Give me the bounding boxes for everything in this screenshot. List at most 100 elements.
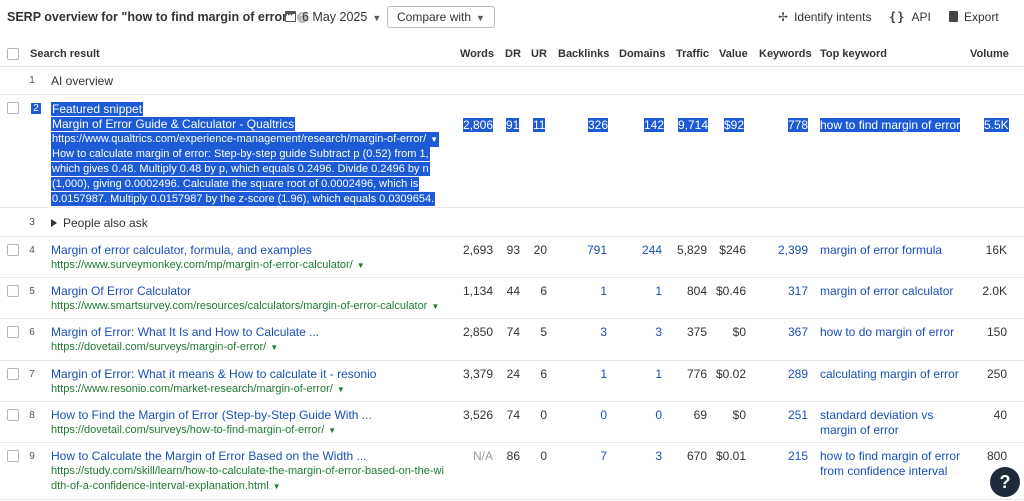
- result-url-continued[interactable]: dth-of-a-confidence-interval-explanation…: [51, 480, 281, 492]
- featured-snippet-row[interactable]: 2 Featured snippet Margin of Error Guide…: [0, 96, 1024, 208]
- result-row[interactable]: 5 Margin Of Error Calculator https://www.s…: [0, 279, 1024, 319]
- code-braces-icon: {}: [889, 10, 906, 24]
- keywords-link[interactable]: 778: [788, 118, 809, 132]
- words-value: 2,850: [462, 325, 493, 339]
- identify-intents-button[interactable]: ✢ Identify intents: [778, 10, 871, 24]
- keywords-link[interactable]: 2,399: [778, 243, 808, 257]
- result-title-link[interactable]: Margin of error calculator, formula, and…: [51, 243, 312, 257]
- help-button[interactable]: ?: [990, 467, 1020, 497]
- caret-right-icon: [51, 219, 57, 227]
- result-title-link[interactable]: Margin of Error: What it means & How to …: [51, 367, 376, 381]
- row-checkbox[interactable]: [7, 368, 19, 380]
- result-row[interactable]: 9 How to Calculate the Margin of Error Ba…: [0, 444, 1024, 500]
- snippet-line: 0.0157987. Multiply 0.0157987 by the z-s…: [51, 192, 436, 206]
- result-url[interactable]: https://dovetail.com/surveys/how-to-find…: [51, 424, 336, 436]
- chevron-down-icon[interactable]: ▼: [328, 426, 336, 435]
- col-value[interactable]: Value: [719, 48, 748, 60]
- top-keyword-line: margin of error: [820, 423, 899, 437]
- result-title-link[interactable]: Margin Of Error Calculator: [51, 284, 191, 298]
- result-row[interactable]: 4 Margin of error calculator, formula, an…: [0, 238, 1024, 278]
- people-also-ask-row[interactable]: 3 People also ask: [0, 209, 1024, 237]
- domains-link[interactable]: 0: [655, 408, 662, 422]
- top-keyword-link[interactable]: how to do margin of error: [820, 325, 954, 340]
- backlinks-link[interactable]: 7: [600, 449, 607, 463]
- chevron-down-icon[interactable]: ▼: [270, 343, 278, 352]
- result-url[interactable]: https://www.qualtrics.com/experience-man…: [51, 132, 440, 147]
- result-title-link[interactable]: How to Calculate the Margin of Error Bas…: [51, 449, 366, 463]
- result-url[interactable]: https://www.smartsurvey.com/resources/ca…: [51, 300, 439, 312]
- export-button[interactable]: Export: [949, 10, 999, 24]
- row-checkbox[interactable]: [7, 244, 19, 256]
- top-keyword-link[interactable]: how to find margin of error: [820, 118, 961, 132]
- result-title-link[interactable]: Margin of Error Guide & Calculator - Qua…: [51, 117, 296, 131]
- keywords-link[interactable]: 251: [788, 408, 808, 422]
- col-ur[interactable]: UR: [531, 48, 547, 60]
- row-checkbox[interactable]: [7, 450, 19, 462]
- row-checkbox[interactable]: [7, 102, 19, 114]
- top-keyword-line: standard deviation vs: [820, 408, 934, 422]
- domains-link[interactable]: 3: [655, 325, 662, 339]
- domains-link[interactable]: 142: [644, 118, 665, 132]
- domains-link[interactable]: 3: [655, 449, 662, 463]
- top-keyword-link[interactable]: standard deviation vs margin of error: [820, 408, 933, 438]
- volume-value: 150: [986, 325, 1007, 339]
- api-button[interactable]: {} API: [889, 10, 931, 24]
- row-checkbox[interactable]: [7, 285, 19, 297]
- dr-value: 44: [506, 284, 520, 298]
- col-words[interactable]: Words: [460, 48, 494, 60]
- col-keywords[interactable]: Keywords: [759, 48, 812, 60]
- row-checkbox[interactable]: [7, 409, 19, 421]
- top-keyword-line: calculating margin of error: [820, 367, 959, 381]
- domains-link[interactable]: 1: [655, 367, 662, 381]
- chevron-down-icon[interactable]: ▼: [357, 261, 365, 270]
- words-value: 1,134: [462, 284, 493, 298]
- col-traffic[interactable]: Traffic: [676, 48, 709, 60]
- sparkle-icon: ✢: [778, 10, 789, 24]
- people-also-ask-toggle[interactable]: People also ask: [51, 216, 148, 230]
- backlinks-link[interactable]: 1: [600, 284, 607, 298]
- domains-link[interactable]: 1: [655, 284, 662, 298]
- result-row[interactable]: 8 How to Find the Margin of Error (Step-b…: [0, 403, 1024, 443]
- top-keyword-link[interactable]: how to find margin of error from confiden…: [820, 449, 960, 479]
- volume-value: 5.5K: [984, 118, 1009, 132]
- calendar-icon: [285, 11, 296, 22]
- col-domains[interactable]: Domains: [619, 48, 665, 60]
- col-search-result[interactable]: Search result: [30, 48, 100, 60]
- col-dr[interactable]: DR: [505, 48, 521, 60]
- col-volume[interactable]: Volume: [970, 48, 1009, 60]
- result-row[interactable]: 6 Margin of Error: What It Is and How to …: [0, 320, 1024, 361]
- ai-overview-row[interactable]: 1 AI overview: [0, 68, 1024, 95]
- result-url[interactable]: https://www.surveymonkey.com/mp/margin-o…: [51, 259, 365, 271]
- col-top-keyword[interactable]: Top keyword: [820, 48, 887, 60]
- top-keyword-link[interactable]: calculating margin of error: [820, 367, 959, 382]
- backlinks-link[interactable]: 1: [600, 367, 607, 381]
- result-title-link[interactable]: Margin of Error: What It Is and How to C…: [51, 325, 319, 339]
- result-url[interactable]: https://study.com/skill/learn/how-to-cal…: [51, 465, 444, 477]
- keywords-link[interactable]: 215: [788, 449, 808, 463]
- backlinks-link[interactable]: 791: [587, 243, 607, 257]
- select-all-checkbox[interactable]: [7, 48, 19, 60]
- traffic-value: 5,829: [676, 243, 707, 257]
- date-picker[interactable]: 6 May 2025 ▼: [285, 10, 381, 24]
- result-url[interactable]: https://www.resonio.com/market-research/…: [51, 383, 345, 395]
- backlinks-link[interactable]: 326: [588, 118, 609, 132]
- chevron-down-icon[interactable]: ▼: [431, 302, 439, 311]
- row-checkbox[interactable]: [7, 326, 19, 338]
- top-keyword-link[interactable]: margin of error formula: [820, 243, 942, 258]
- backlinks-link[interactable]: 0: [600, 408, 607, 422]
- col-backlinks[interactable]: Backlinks: [558, 48, 609, 60]
- top-keyword-link[interactable]: margin of error calculator: [820, 284, 953, 299]
- domains-link[interactable]: 244: [642, 243, 662, 257]
- chevron-down-icon[interactable]: ▼: [337, 385, 345, 394]
- result-row[interactable]: 7 Margin of Error: What it means & How to…: [0, 362, 1024, 402]
- keywords-link[interactable]: 367: [788, 325, 808, 339]
- backlinks-link[interactable]: 3: [600, 325, 607, 339]
- keywords-link[interactable]: 289: [788, 367, 808, 381]
- result-title-link[interactable]: How to Find the Margin of Error (Step-by…: [51, 408, 372, 422]
- result-url[interactable]: https://dovetail.com/surveys/margin-of-e…: [51, 341, 278, 353]
- chevron-down-icon[interactable]: ▼: [430, 135, 438, 144]
- keywords-link[interactable]: 317: [788, 284, 808, 298]
- compare-with-button[interactable]: Compare with ▼: [387, 6, 495, 28]
- chevron-down-icon[interactable]: ▼: [273, 482, 281, 491]
- volume-value: 250: [986, 367, 1007, 381]
